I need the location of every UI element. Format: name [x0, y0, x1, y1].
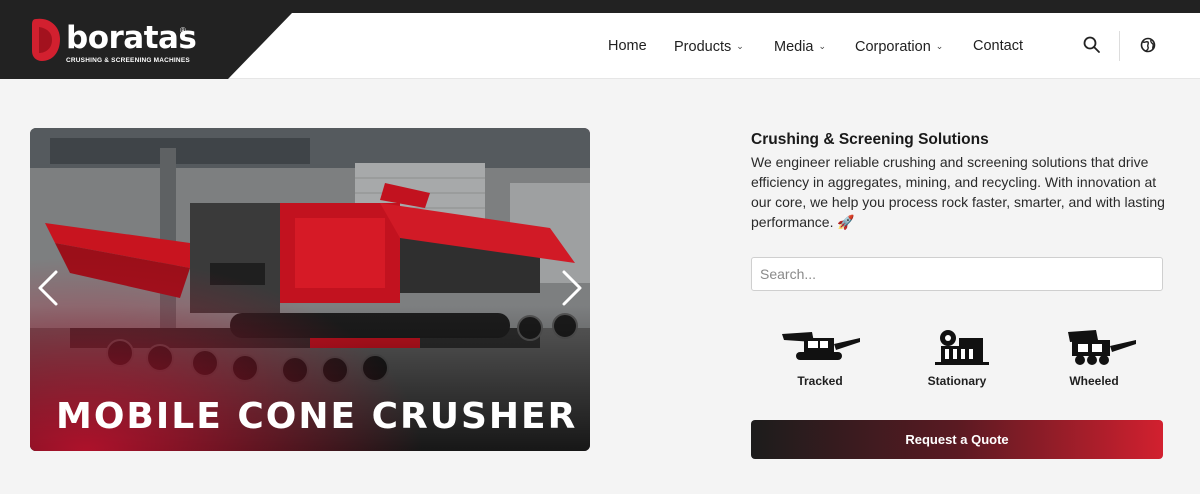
nav-products[interactable]: Products ⌄: [674, 37, 744, 56]
chevron-left-icon[interactable]: [36, 268, 60, 308]
tracked-crusher-icon: [782, 332, 860, 360]
header-divider: [1119, 31, 1120, 61]
search-input[interactable]: [751, 257, 1163, 291]
nav-contact[interactable]: Contact: [973, 37, 1023, 55]
category-stationary[interactable]: Stationary: [907, 328, 1007, 388]
nav-media[interactable]: Media ⌄: [774, 37, 826, 56]
stationary-plant-icon: [935, 330, 989, 365]
chevron-down-icon: ⌄: [736, 41, 744, 51]
top-strip: [0, 0, 1200, 13]
wheeled-crusher-icon: [1068, 330, 1136, 365]
nav-corporation[interactable]: Corporation ⌄: [855, 37, 943, 56]
logo-wordmark: boratas: [66, 20, 197, 56]
hero-slider[interactable]: MOBILE CONE CRUSHER: [30, 128, 590, 451]
slide-caption: MOBILE CONE CRUSHER: [56, 396, 578, 437]
search-icon[interactable]: [1082, 35, 1102, 55]
category-label: Tracked: [797, 374, 843, 388]
registered-mark: ®: [180, 26, 186, 35]
nav-label: Corporation: [855, 39, 931, 55]
globe-icon[interactable]: [1138, 35, 1158, 55]
panel-description: We engineer reliable crushing and screen…: [751, 154, 1165, 230]
logo-tagline: CRUSHING & SCREENING MACHINES: [66, 57, 190, 64]
category-label: Stationary: [927, 374, 987, 388]
logo-mark-icon: [32, 18, 60, 61]
chevron-down-icon: ⌄: [818, 41, 827, 51]
nav-label: Contact: [973, 38, 1023, 54]
chevron-down-icon: ⌄: [935, 41, 944, 51]
nav-home[interactable]: Home: [608, 37, 647, 55]
nav-label: Products: [674, 39, 732, 55]
chevron-right-icon[interactable]: [560, 268, 584, 308]
logo[interactable]: boratas ® CRUSHING & SCREENING MACHINES: [0, 13, 300, 79]
category-label: Wheeled: [1069, 374, 1119, 388]
category-tracked[interactable]: Tracked: [770, 328, 870, 388]
panel-title: Crushing & Screening Solutions: [751, 131, 989, 148]
nav-label: Media: [774, 39, 814, 55]
category-wheeled[interactable]: Wheeled: [1044, 328, 1144, 388]
nav-label: Home: [608, 38, 647, 54]
request-quote-button[interactable]: Request a Quote: [751, 420, 1163, 459]
site-header: boratas ® CRUSHING & SCREENING MACHINES …: [0, 13, 1200, 79]
